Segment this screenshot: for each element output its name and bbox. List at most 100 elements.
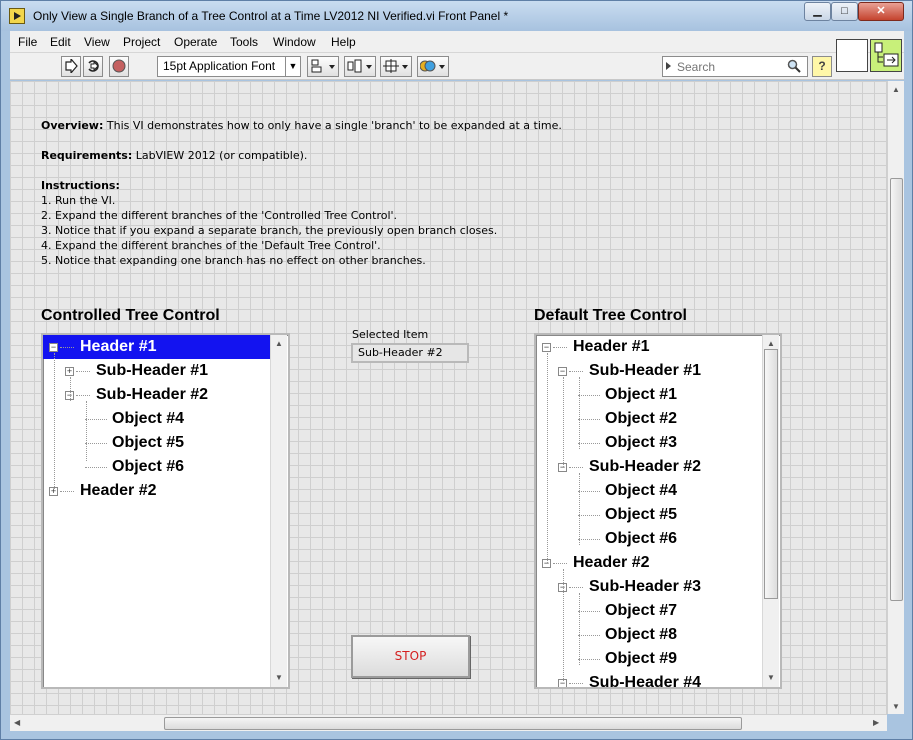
run-arrow-icon[interactable] — [61, 56, 81, 77]
tree-vertical-scrollbar[interactable]: ▲ ▼ — [270, 335, 287, 687]
tree-item-label: Object #5 — [112, 434, 185, 451]
resize-objects-icon[interactable] — [380, 56, 412, 77]
tree-item[interactable]: Object #6 — [43, 455, 270, 479]
tree-item[interactable]: + Sub-Header #1 — [43, 359, 270, 383]
overview-label: Overview: — [41, 119, 104, 132]
scroll-up-icon[interactable]: ▲ — [892, 85, 900, 94]
tree-scroll-thumb[interactable] — [764, 349, 778, 599]
tree-connector-line — [578, 635, 600, 636]
scroll-left-icon[interactable]: ◀ — [14, 718, 20, 727]
minimize-button[interactable]: ▁ — [804, 2, 831, 21]
stop-button[interactable]: STOP — [351, 635, 470, 678]
tree-item[interactable]: − Header #2 — [536, 551, 762, 575]
search-input[interactable] — [677, 58, 783, 75]
controlled-tree-label: Controlled Tree Control — [41, 307, 220, 324]
tree-connector-line — [578, 659, 600, 660]
close-button[interactable]: ✕ — [858, 2, 904, 21]
tree-item[interactable]: Object #1 — [536, 383, 762, 407]
abort-icon[interactable] — [109, 56, 129, 77]
context-help-button[interactable]: ? — [812, 56, 832, 77]
tree-item[interactable]: Object #8 — [536, 623, 762, 647]
tree-vertical-scrollbar[interactable]: ▲ ▼ — [762, 335, 779, 687]
reorder-icon[interactable] — [417, 56, 449, 77]
search-box[interactable] — [662, 56, 808, 77]
tree-item-label: Object #1 — [605, 386, 678, 403]
tree-item[interactable]: − Sub-Header #2 — [536, 455, 762, 479]
title-bar[interactable]: Only View a Single Branch of a Tree Cont… — [1, 1, 912, 31]
connector-pane-icon[interactable] — [870, 39, 902, 72]
tree-connector-line — [85, 467, 107, 468]
menu-help[interactable]: Help — [331, 35, 356, 49]
tree-item[interactable]: Object #5 — [43, 431, 270, 455]
scroll-right-icon[interactable]: ▶ — [873, 718, 879, 727]
panel-vertical-scrollbar[interactable]: ▲ ▼ — [887, 81, 904, 714]
tree-item[interactable]: − Header #1 — [536, 335, 762, 359]
tree-item[interactable]: Object #7 — [536, 599, 762, 623]
collapse-icon[interactable]: − — [558, 367, 567, 376]
menu-operate[interactable]: Operate — [174, 35, 217, 49]
scroll-up-icon[interactable]: ▲ — [767, 339, 775, 348]
default-tree-control[interactable]: − Header #1 − Sub-Header #1 Object #1 Object … — [534, 333, 782, 689]
vi-icon-pane[interactable] — [836, 39, 868, 72]
instruction-step: 5. Notice that expanding one branch has … — [41, 254, 426, 267]
collapse-icon[interactable]: − — [542, 343, 551, 352]
requirements-text: LabVIEW 2012 (or compatible). — [132, 149, 308, 162]
tree-item[interactable]: Object #2 — [536, 407, 762, 431]
tree-item[interactable]: − Sub-Header #2 — [43, 383, 270, 407]
controlled-tree-control[interactable]: − Header #1 + Sub-Header #1 − Sub-Header #2 Ob… — [41, 333, 290, 689]
tree-item[interactable]: − Header #1 — [43, 335, 270, 359]
distribute-objects-icon[interactable] — [344, 56, 376, 77]
menu-window[interactable]: Window — [273, 35, 316, 49]
tree-connector-line — [578, 539, 600, 540]
maximize-button[interactable]: □ — [831, 2, 858, 21]
align-objects-icon[interactable] — [307, 56, 339, 77]
menu-view[interactable]: View — [84, 35, 110, 49]
scroll-up-icon[interactable]: ▲ — [275, 339, 283, 348]
scroll-down-icon[interactable]: ▼ — [275, 673, 283, 682]
tree-item-label: Object #9 — [605, 650, 678, 667]
tree-item[interactable]: Object #6 — [536, 527, 762, 551]
selected-item-label: Selected Item — [352, 328, 429, 341]
tree-connector-line — [578, 419, 600, 420]
tree-item-label: Sub-Header #2 — [589, 458, 702, 475]
menu-file[interactable]: File — [18, 35, 37, 49]
tree-item-label: Header #2 — [573, 554, 650, 571]
tree-connector-line — [579, 377, 580, 449]
tree-item[interactable]: Object #4 — [536, 479, 762, 503]
tree-item-label: Object #5 — [605, 506, 678, 523]
tree-connector-line — [569, 587, 583, 588]
expand-icon[interactable]: + — [65, 367, 74, 376]
tree-connector-line — [578, 443, 600, 444]
search-icon[interactable] — [787, 59, 801, 73]
tree-item-label: Header #2 — [80, 482, 157, 499]
tree-item-label: Object #6 — [112, 458, 185, 475]
tree-item[interactable]: + Header #2 — [43, 479, 270, 503]
collapse-icon[interactable]: − — [49, 343, 58, 352]
horizontal-scroll-thumb[interactable] — [164, 717, 742, 730]
font-select[interactable]: 15pt Application Font ▼ — [157, 56, 301, 77]
tree-item-label: Object #3 — [605, 434, 678, 451]
tree-item[interactable]: Object #5 — [536, 503, 762, 527]
run-continuously-icon[interactable] — [83, 56, 103, 77]
menu-project[interactable]: Project — [123, 35, 160, 49]
requirements-line: Requirements: LabVIEW 2012 (or compatibl… — [41, 149, 307, 162]
tree-connector-line — [578, 611, 600, 612]
menu-edit[interactable]: Edit — [50, 35, 71, 49]
tree-item[interactable]: − Sub-Header #1 — [536, 359, 762, 383]
scroll-down-icon[interactable]: ▼ — [767, 673, 775, 682]
tree-item[interactable]: − Sub-Header #4 — [536, 671, 762, 687]
tree-connector-line — [569, 371, 583, 372]
tree-item[interactable]: Object #9 — [536, 647, 762, 671]
window-title: Only View a Single Branch of a Tree Cont… — [33, 9, 509, 23]
front-panel: Overview: This VI demonstrates how to on… — [10, 81, 887, 714]
tree-connector-line — [579, 593, 580, 665]
tree-item-label: Object #8 — [605, 626, 678, 643]
tree-item[interactable]: Object #4 — [43, 407, 270, 431]
tree-item[interactable]: − Sub-Header #3 — [536, 575, 762, 599]
vertical-scroll-thumb[interactable] — [890, 178, 903, 601]
tree-item[interactable]: Object #3 — [536, 431, 762, 455]
scroll-down-icon[interactable]: ▼ — [892, 702, 900, 711]
font-select-value: 15pt Application Font — [163, 59, 276, 73]
panel-horizontal-scrollbar[interactable]: ◀ ▶ — [10, 714, 887, 731]
menu-tools[interactable]: Tools — [230, 35, 258, 49]
